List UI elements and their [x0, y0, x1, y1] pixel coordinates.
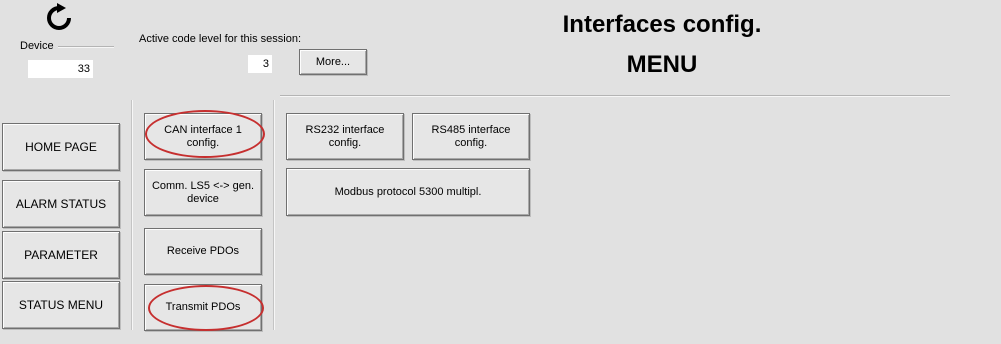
nav-home-button[interactable]: HOME PAGE [2, 123, 120, 171]
nav-status-menu-button[interactable]: STATUS MENU [2, 281, 120, 329]
left-column-divider [131, 100, 133, 330]
transmit-pdos-button[interactable]: Transmit PDOs [144, 284, 262, 331]
device-label: Device [20, 40, 54, 52]
page-title: Interfaces config. [562, 11, 762, 38]
more-button[interactable]: More... [299, 49, 367, 75]
rs485-interface-button[interactable]: RS485 interface config. [412, 113, 530, 160]
comm-ls5-button[interactable]: Comm. LS5 <-> gen. device [144, 169, 262, 216]
can-interface-button[interactable]: CAN interface 1 config. [144, 113, 262, 160]
rs232-interface-button[interactable]: RS232 interface config. [286, 113, 404, 160]
nav-alarm-status-button[interactable]: ALARM STATUS [2, 180, 120, 228]
refresh-icon[interactable] [44, 3, 74, 33]
device-field[interactable]: 33 [28, 60, 93, 78]
page-subtitle: MENU [626, 51, 698, 78]
receive-pdos-button[interactable]: Receive PDOs [144, 228, 262, 275]
nav-parameter-button[interactable]: PARAMETER [2, 231, 120, 279]
device-divider [58, 46, 114, 48]
middle-column-divider [273, 100, 275, 330]
code-level-label: Active code level for this session: [139, 33, 302, 45]
header-separator [280, 95, 950, 97]
modbus-protocol-button[interactable]: Modbus protocol 5300 multipl. [286, 168, 530, 216]
code-level-field: 3 [248, 55, 272, 73]
